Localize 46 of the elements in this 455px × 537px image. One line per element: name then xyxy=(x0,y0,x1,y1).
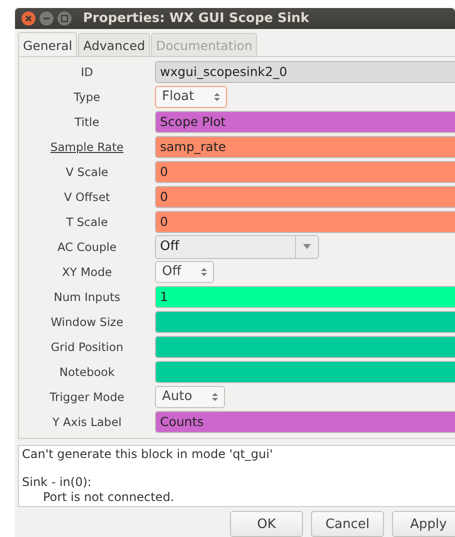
text-field[interactable]: Counts xyxy=(155,410,455,432)
param-label: V Scale xyxy=(64,164,110,178)
text-field[interactable]: 1 xyxy=(155,286,455,308)
close-icon[interactable] xyxy=(21,11,36,26)
text-field[interactable] xyxy=(155,336,455,358)
message-text: Port is not connected. xyxy=(43,490,174,505)
tab[interactable]: General xyxy=(18,32,78,57)
combo-box[interactable]: Auto xyxy=(155,386,226,408)
param-label: Trigger Mode xyxy=(48,390,126,404)
param-label: V Offset xyxy=(62,190,112,204)
param-label: AC Couple xyxy=(56,240,118,254)
param-label: Num Inputs xyxy=(52,290,122,304)
up-down-icon xyxy=(212,392,218,402)
param-label: Grid Position xyxy=(50,340,124,354)
param-label: Y Axis Label xyxy=(51,414,123,428)
minimize-icon[interactable] xyxy=(39,11,54,26)
maximize-icon[interactable] xyxy=(57,11,72,26)
combo-box[interactable]: Float xyxy=(155,86,228,108)
param-label: Sample Rate xyxy=(49,140,125,154)
param-label: Window Size xyxy=(50,314,124,328)
param-label: ID xyxy=(80,64,94,78)
dialog-button[interactable]: Cancel xyxy=(311,511,384,537)
text-field[interactable]: 0 xyxy=(155,210,455,232)
text-field[interactable] xyxy=(155,360,455,382)
text-field[interactable]: 0 xyxy=(155,160,455,182)
caret-icon xyxy=(303,244,311,249)
window-title: Properties: WX GUI Scope Sink xyxy=(83,11,310,26)
text-field[interactable]: 0 xyxy=(155,186,455,208)
param-label: Notebook xyxy=(58,364,116,378)
combo-box[interactable]: Off xyxy=(155,260,214,282)
up-down-icon xyxy=(214,92,220,102)
param-label: T Scale xyxy=(65,214,109,228)
param-label: Type xyxy=(72,90,102,104)
dropdown[interactable]: Off xyxy=(155,234,319,258)
param-label: XY Mode xyxy=(61,264,113,278)
text-field[interactable]: wxgui_scopesink2_0 xyxy=(155,60,455,82)
dialog-button[interactable]: OK xyxy=(230,511,303,537)
text-field[interactable]: samp_rate xyxy=(155,136,455,158)
text-field[interactable] xyxy=(155,310,455,332)
text-field[interactable]: Scope Plot xyxy=(155,110,455,132)
up-down-icon xyxy=(201,266,208,276)
message-text: Can't generate this block in mode 'qt_gui' xyxy=(22,447,273,462)
message-text: Sink - in(0): xyxy=(22,475,92,490)
tab[interactable]: Advanced xyxy=(78,33,150,56)
dialog-button[interactable]: Apply xyxy=(392,511,455,537)
param-label: Title xyxy=(74,114,100,128)
